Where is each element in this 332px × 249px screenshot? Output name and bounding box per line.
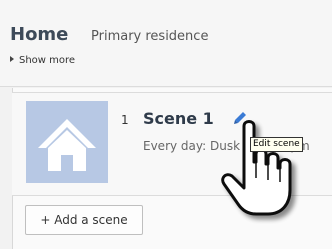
add-scene-button[interactable]: + Add a scene xyxy=(25,205,143,235)
edit-scene-button[interactable] xyxy=(233,110,247,124)
edit-scene-tooltip: Edit scene xyxy=(250,137,303,152)
scene-number: 1 xyxy=(121,113,129,127)
home-icon xyxy=(38,119,96,171)
expand-triangle-icon xyxy=(10,56,14,62)
pencil-icon xyxy=(234,112,246,124)
page-subtitle: Primary residence xyxy=(91,29,209,44)
page-title: Home xyxy=(10,24,69,45)
show-more-label: Show more xyxy=(19,55,76,66)
scene-thumbnail xyxy=(26,101,108,183)
home-header: Home Primary residence Show more xyxy=(0,0,332,87)
show-more-link[interactable]: Show more xyxy=(10,55,75,66)
scene-name[interactable]: Scene 1 xyxy=(143,109,214,128)
